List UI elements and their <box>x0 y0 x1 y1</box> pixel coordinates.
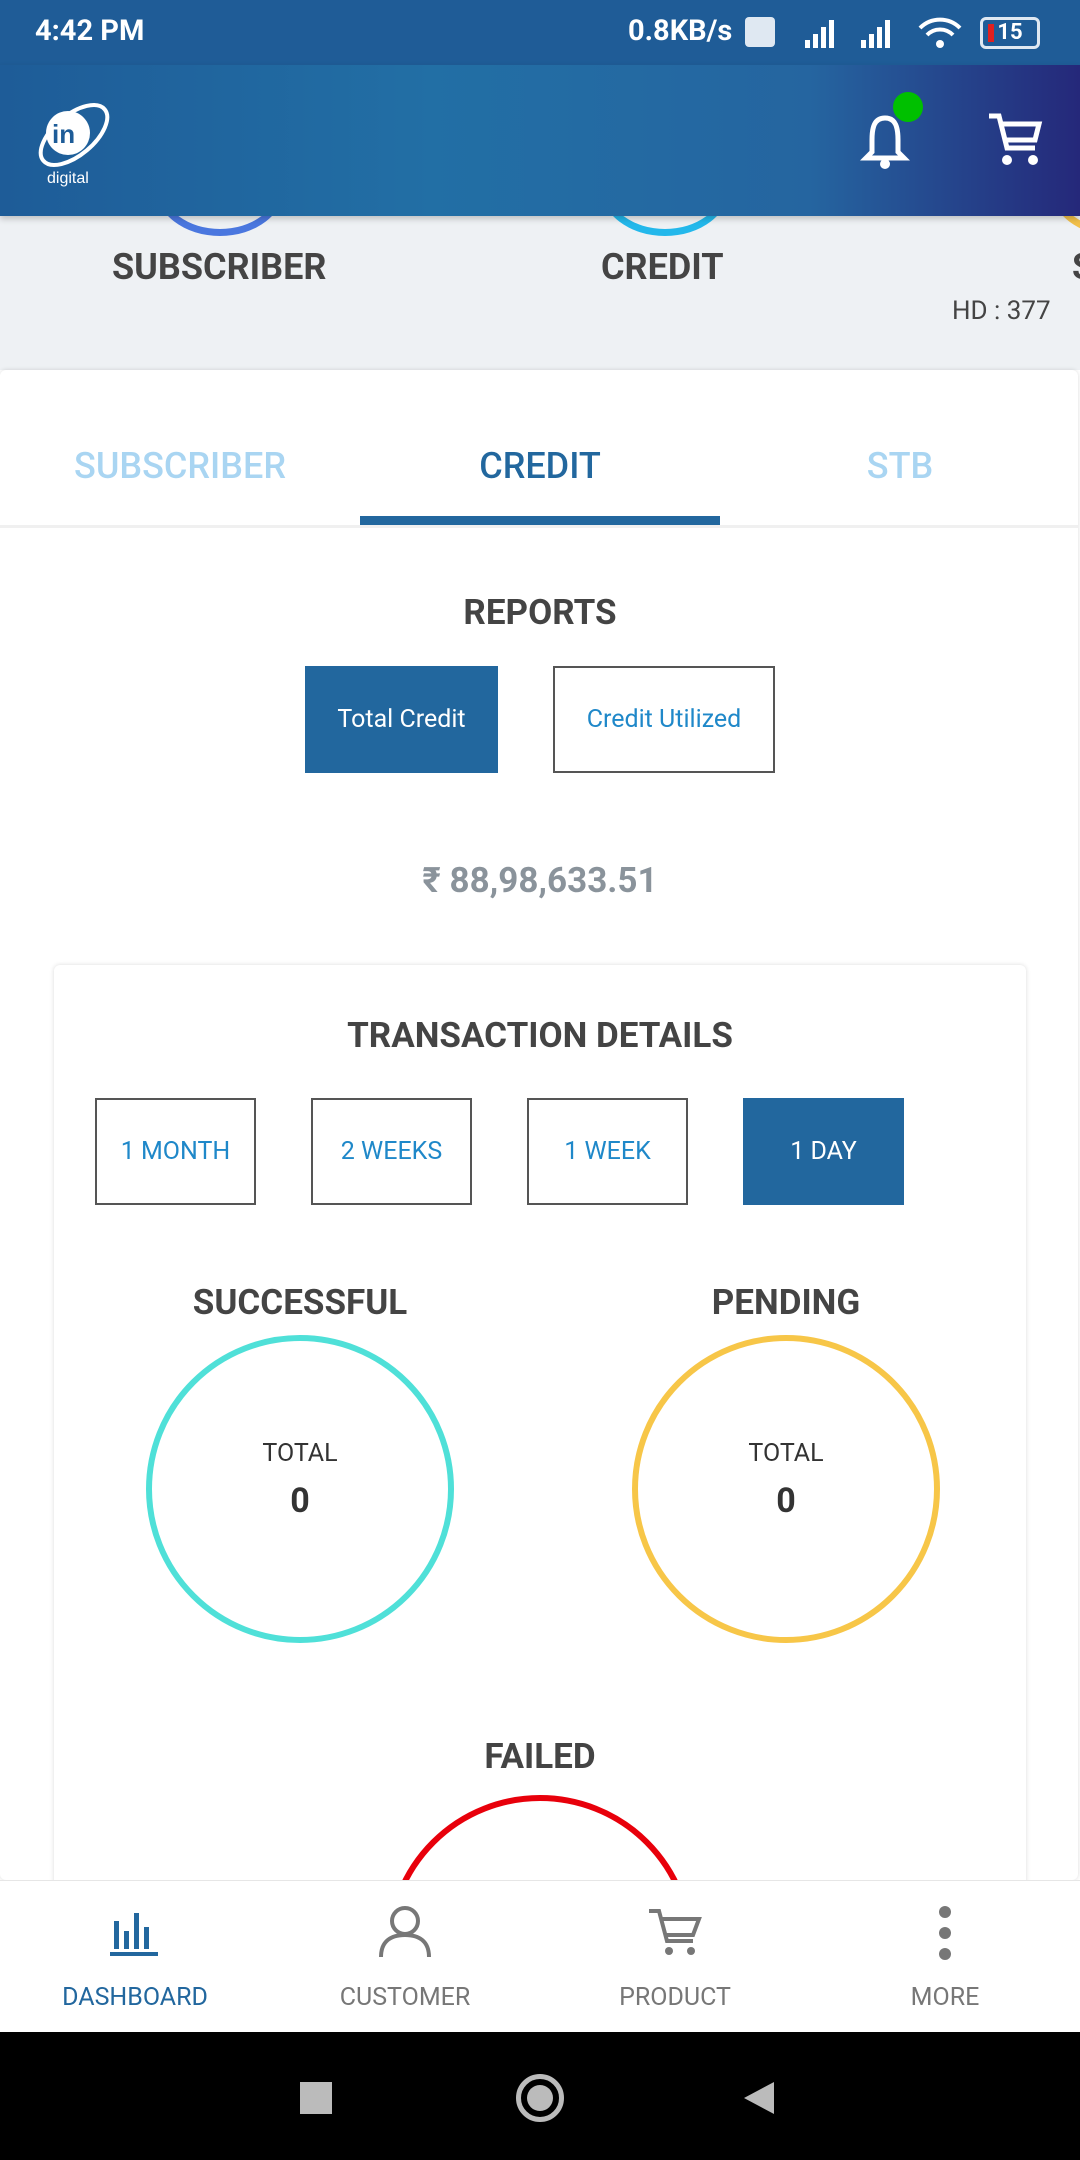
nav-label: PRODUCT <box>619 1983 731 2012</box>
transaction-details-title: TRANSACTION DETAILS <box>347 1015 733 1056</box>
status-time: 4:42 PM <box>35 14 145 48</box>
period-1-month-button[interactable]: 1 MONTH <box>95 1098 256 1205</box>
successful-title: SUCCESSFUL <box>192 1282 408 1323</box>
pending-total-value: 0 <box>776 1481 796 1521</box>
credit-utilized-button[interactable]: Credit Utilized <box>553 666 775 773</box>
app-logo[interactable]: in digital <box>32 95 122 190</box>
nav-dashboard[interactable]: DASHBOARD <box>0 1881 270 2033</box>
period-1-day-button[interactable]: 1 DAY <box>743 1098 904 1205</box>
summary-cards: SUBSCRIBER CREDIT S HD : 377 <box>0 216 1080 370</box>
successful-circle: TOTAL 0 <box>146 1335 454 1643</box>
back-button[interactable] <box>742 2080 776 2116</box>
signal-icon <box>805 20 890 48</box>
pending-circle: TOTAL 0 <box>632 1335 940 1643</box>
nav-label: CUSTOMER <box>339 1983 471 2012</box>
successful-total-value: 0 <box>290 1481 310 1521</box>
summary-card-subscriber[interactable]: SUBSCRIBER <box>112 246 326 288</box>
volte-icon <box>745 17 775 47</box>
tab-stb[interactable]: STB <box>720 445 1080 487</box>
svg-text:in: in <box>52 119 75 149</box>
notification-badge <box>893 92 923 122</box>
battery-level: 15 <box>997 20 1023 45</box>
nav-customer[interactable]: CUSTOMER <box>270 1881 540 2033</box>
failed-title: FAILED <box>484 1736 596 1777</box>
cart-icon <box>649 1909 702 1955</box>
divider <box>0 525 1078 528</box>
home-button[interactable] <box>516 2074 564 2122</box>
bar-chart-icon <box>110 1913 158 1956</box>
credit-amount: ₹ 88,98,633.51 <box>422 860 658 901</box>
dashboard-card: SUBSCRIBER CREDIT STB REPORTS Total Cred… <box>0 370 1080 2103</box>
cart-icon[interactable] <box>985 110 1045 170</box>
tab-indicator <box>360 516 720 525</box>
total-credit-button[interactable]: Total Credit <box>305 666 498 773</box>
wifi-icon <box>918 17 962 48</box>
nav-label: MORE <box>910 1983 980 2012</box>
nav-label: DASHBOARD <box>62 1983 208 2012</box>
app-header: in digital <box>0 65 1080 216</box>
summary-card-credit[interactable]: CREDIT <box>601 246 724 288</box>
pending-total-label: TOTAL <box>748 1439 824 1468</box>
tab-subscriber[interactable]: SUBSCRIBER <box>0 445 360 487</box>
system-nav-bar <box>0 2032 1080 2160</box>
reports-title: REPORTS <box>463 592 617 633</box>
period-2-weeks-button[interactable]: 2 WEEKS <box>311 1098 472 1205</box>
transaction-details-card: TRANSACTION DETAILS 1 MONTH 2 WEEKS 1 WE… <box>54 965 1026 2103</box>
hd-count: HD : 377 <box>952 296 1051 326</box>
successful-total-label: TOTAL <box>262 1439 338 1468</box>
more-vertical-icon <box>939 1906 951 1960</box>
tab-credit[interactable]: CREDIT <box>360 445 720 487</box>
person-icon <box>379 1906 431 1958</box>
credit-circle <box>600 216 730 236</box>
svg-text:digital: digital <box>47 170 89 187</box>
bottom-nav: DASHBOARD CUSTOMER PRODUCT MORE <box>0 1880 1080 2032</box>
subscriber-circle <box>155 216 285 236</box>
status-bar: 4:42 PM 0.8KB/s 15 <box>0 0 1080 65</box>
nav-product[interactable]: PRODUCT <box>540 1881 810 2033</box>
pending-title: PENDING <box>711 1282 861 1323</box>
recents-button[interactable] <box>300 2082 332 2114</box>
stb-circle <box>1050 216 1080 236</box>
nav-more[interactable]: MORE <box>810 1881 1080 2033</box>
battery-icon: 15 <box>980 17 1040 49</box>
period-1-week-button[interactable]: 1 WEEK <box>527 1098 688 1205</box>
network-speed: 0.8KB/s <box>628 14 733 48</box>
summary-card-stb[interactable]: S <box>1072 246 1080 288</box>
